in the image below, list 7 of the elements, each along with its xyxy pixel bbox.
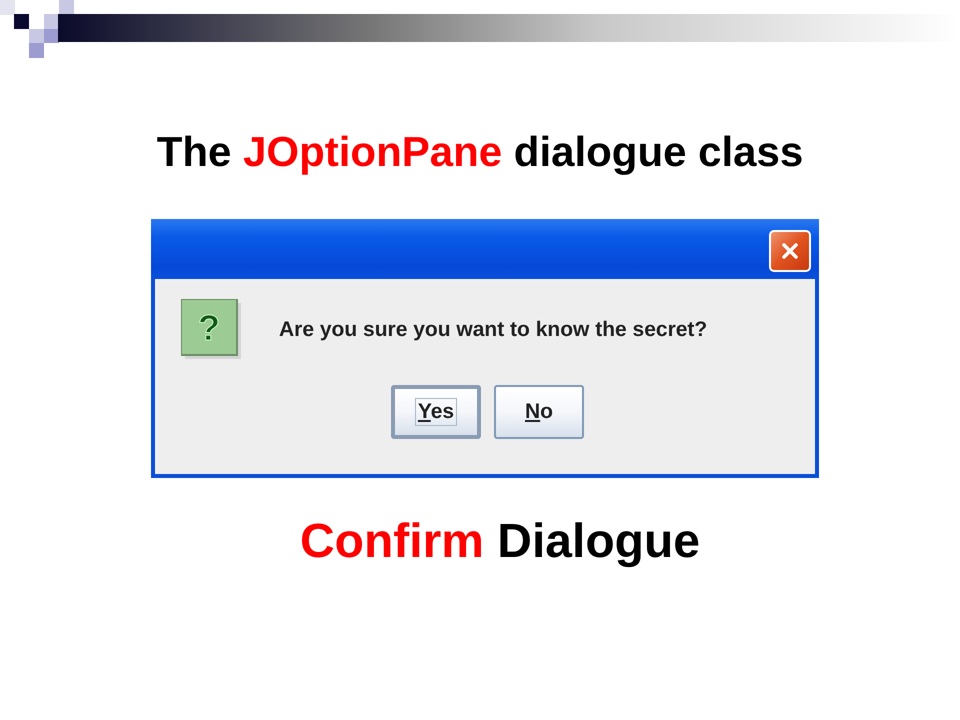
dialog-message: Are you sure you want to know the secret? xyxy=(279,318,708,342)
close-icon xyxy=(780,241,800,261)
slide-title: The JOptionPane dialogue class xyxy=(156,128,804,176)
dialog-button[interactable]: Yes xyxy=(391,385,481,439)
slide-caption: Confirm Dialogue xyxy=(298,514,701,570)
close-button[interactable] xyxy=(769,230,811,272)
dialog-button[interactable]: No xyxy=(494,385,584,439)
